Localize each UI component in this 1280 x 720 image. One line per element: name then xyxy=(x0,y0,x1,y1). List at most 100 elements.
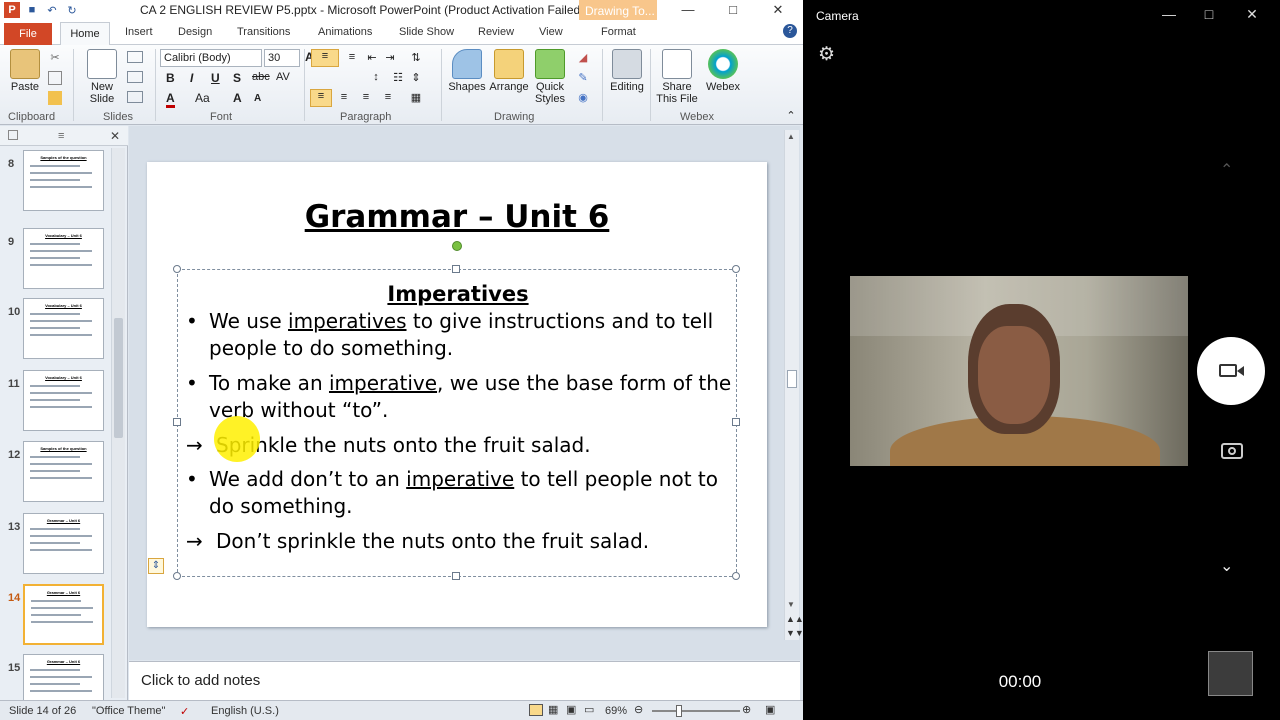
tab-slide-show[interactable]: Slide Show xyxy=(399,26,454,38)
next-slide-icon[interactable]: ▼▼ xyxy=(786,628,803,638)
decrease-indent-button[interactable]: ⇤ xyxy=(362,51,382,64)
reading-view-icon[interactable]: ▣ xyxy=(566,703,576,716)
character-spacing-button[interactable]: AV xyxy=(276,71,290,83)
close-button[interactable]: ✕ xyxy=(755,0,801,20)
resize-handle[interactable] xyxy=(732,265,740,273)
resize-handle[interactable] xyxy=(173,572,181,580)
collapse-ribbon-icon[interactable]: ⌃ xyxy=(784,109,798,122)
slide-thumbnail[interactable]: Grammar – Unit 6 xyxy=(23,513,104,574)
slide-thumbnail[interactable]: Vocabulary – Unit 6 xyxy=(23,298,104,359)
increase-indent-button[interactable]: ⇥ xyxy=(380,51,400,64)
editing-button[interactable]: Editing xyxy=(608,49,646,93)
slide-thumbnail[interactable]: Vocabulary – Unit 6 xyxy=(23,228,104,289)
share-file-button[interactable]: Share This File xyxy=(651,49,703,105)
zoom-out-icon[interactable]: ⊖ xyxy=(634,703,643,716)
align-left-button[interactable]: ≡ xyxy=(310,89,332,107)
save-icon[interactable]: ■ xyxy=(24,2,40,18)
tab-file[interactable]: File xyxy=(4,23,52,45)
camera-minimize-button[interactable]: — xyxy=(1154,6,1184,22)
close-panel-icon[interactable]: ✕ xyxy=(110,129,120,143)
fit-slide-icon[interactable]: ▣ xyxy=(765,703,775,716)
cut-icon[interactable]: ✂ xyxy=(48,51,62,65)
change-case-button[interactable]: Aa xyxy=(195,91,210,105)
tab-animations[interactable]: Animations xyxy=(318,26,372,38)
resize-handle[interactable] xyxy=(173,265,181,273)
autofit-options-icon[interactable]: ⇕ xyxy=(148,558,164,574)
justify-button[interactable]: ≡ xyxy=(378,91,398,103)
underline-button[interactable]: U xyxy=(211,71,220,85)
slide-thumbnail[interactable]: Samples of the question xyxy=(23,150,104,211)
tab-home[interactable]: Home xyxy=(60,22,110,46)
minimize-button[interactable]: — xyxy=(665,0,711,20)
resize-handle[interactable] xyxy=(452,265,460,273)
chevron-up-icon[interactable]: ⌃ xyxy=(1220,160,1233,180)
scroll-thumb[interactable] xyxy=(114,318,123,438)
settings-gear-icon[interactable]: ⚙ xyxy=(818,43,835,66)
font-color-button[interactable]: A xyxy=(166,91,175,108)
numbering-button[interactable]: ≡ xyxy=(342,51,362,63)
gallery-thumbnail[interactable] xyxy=(1208,651,1253,696)
italic-button[interactable]: I xyxy=(190,71,193,85)
shapes-button[interactable]: Shapes xyxy=(447,49,487,93)
tab-insert[interactable]: Insert xyxy=(125,26,153,38)
photo-camera-icon[interactable] xyxy=(1221,443,1243,459)
text-direction-button[interactable]: ⇅ xyxy=(406,51,426,64)
tab-review[interactable]: Review xyxy=(478,26,514,38)
font-name-select[interactable]: Calibri (Body) xyxy=(160,49,262,67)
rotation-handle[interactable] xyxy=(452,241,462,251)
chevron-down-icon[interactable]: ⌄ xyxy=(1220,556,1233,576)
slide-thumbnail[interactable]: Samples of the question xyxy=(23,441,104,502)
zoom-level[interactable]: 69% xyxy=(605,705,627,717)
grow-font-2-button[interactable]: A xyxy=(233,91,242,105)
zoom-slider[interactable] xyxy=(652,705,740,717)
resize-handle[interactable] xyxy=(732,418,740,426)
scroll-thumb[interactable] xyxy=(787,370,797,388)
normal-view-icon[interactable] xyxy=(529,704,543,716)
slide-canvas[interactable]: Grammar – Unit 6 Imperatives • We use im… xyxy=(147,162,767,627)
resize-handle[interactable] xyxy=(452,572,460,580)
slide-title[interactable]: Grammar – Unit 6 xyxy=(147,199,767,235)
prev-slide-icon[interactable]: ▲▲ xyxy=(786,614,803,624)
bold-button[interactable]: B xyxy=(166,71,175,85)
maximize-button[interactable]: □ xyxy=(710,0,756,20)
resize-handle[interactable] xyxy=(732,572,740,580)
camera-close-button[interactable]: ✕ xyxy=(1237,6,1267,23)
camera-maximize-button[interactable]: □ xyxy=(1194,6,1224,22)
new-slide-button[interactable]: New Slide xyxy=(84,49,120,105)
slide-sorter-icon[interactable]: ▦ xyxy=(548,703,558,716)
layout-icon[interactable] xyxy=(127,51,143,63)
columns-button[interactable]: ☷ xyxy=(388,71,408,84)
slide-thumbnail[interactable]: Vocabulary – Unit 6 xyxy=(23,370,104,431)
slides-tab-icon[interactable] xyxy=(8,130,18,140)
align-text-button[interactable]: ⇕ xyxy=(406,71,426,84)
zoom-slider-thumb[interactable] xyxy=(676,705,682,717)
shadow-button[interactable]: S xyxy=(233,71,241,85)
redo-icon[interactable]: ↻ xyxy=(64,2,80,18)
theme-name[interactable]: "Office Theme" xyxy=(92,705,165,717)
tab-design[interactable]: Design xyxy=(178,26,212,38)
notes-pane[interactable]: Click to add notes xyxy=(129,661,800,700)
zoom-in-icon[interactable]: ⊕ xyxy=(742,703,751,716)
tab-view[interactable]: View xyxy=(539,26,563,38)
content-textbox[interactable]: Imperatives • We use imperatives to give… xyxy=(177,269,737,577)
line-spacing-button[interactable]: ↕ xyxy=(366,71,386,83)
quick-styles-button[interactable]: Quick Styles xyxy=(530,49,570,105)
spelling-icon[interactable]: ✓ xyxy=(180,705,189,718)
undo-icon[interactable]: ↶ xyxy=(44,2,60,18)
slideshow-view-icon[interactable]: ▭ xyxy=(584,703,594,716)
slide-thumbnail[interactable]: Grammar – Unit 6 xyxy=(23,584,104,645)
section-icon[interactable] xyxy=(127,91,143,103)
copy-icon[interactable] xyxy=(48,71,62,85)
language-label[interactable]: English (U.S.) xyxy=(211,705,279,717)
outline-tab-icon[interactable]: ≡ xyxy=(58,130,64,142)
reset-icon[interactable] xyxy=(127,71,143,83)
arrange-button[interactable]: Arrange xyxy=(488,49,530,93)
panel-scrollbar[interactable] xyxy=(111,148,125,698)
webex-button[interactable]: Webex xyxy=(703,49,743,93)
paste-button[interactable]: Paste xyxy=(8,49,42,93)
shape-effects-icon[interactable]: ◉ xyxy=(575,91,591,104)
scroll-up-arrow-icon[interactable]: ▲ xyxy=(787,132,795,141)
help-icon[interactable]: ? xyxy=(783,24,797,38)
align-right-button[interactable]: ≡ xyxy=(356,91,376,103)
shape-outline-icon[interactable]: ✎ xyxy=(575,71,591,84)
